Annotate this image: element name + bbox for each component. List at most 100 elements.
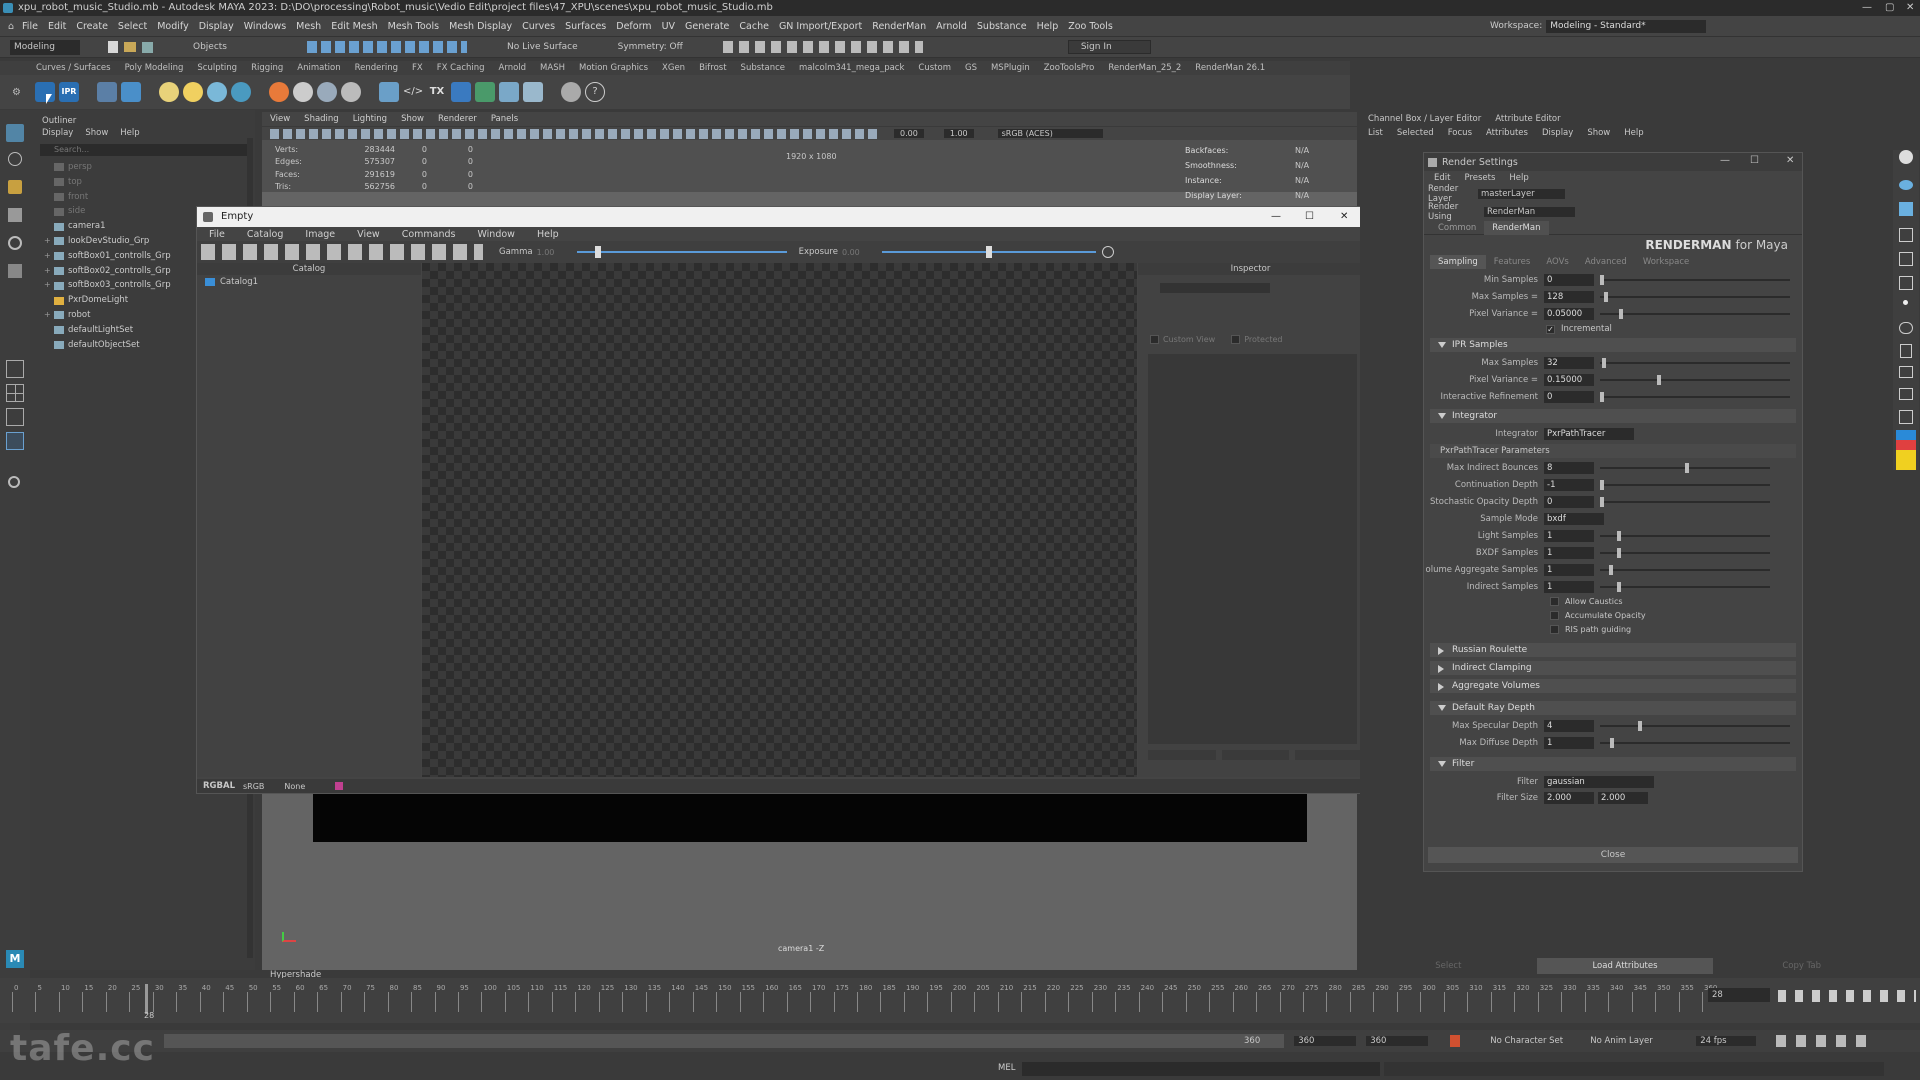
camera-icon[interactable]: [1899, 366, 1913, 378]
menu-mesh-tools[interactable]: Mesh Tools: [388, 21, 439, 32]
rs-menu-presets[interactable]: Presets: [1464, 173, 1495, 183]
rs-param-slider-thumb[interactable]: [1685, 463, 1689, 473]
rs-param-slider[interactable]: [1600, 582, 1770, 592]
rs-param-slider-thumb[interactable]: [1657, 375, 1661, 385]
rs-param-slider[interactable]: [1600, 738, 1790, 748]
no-live-surface[interactable]: No Live Surface: [507, 42, 578, 52]
channel-label[interactable]: RGBAL: [203, 781, 235, 791]
rs-section-default-ray-depth[interactable]: Default Ray Depth: [1430, 701, 1796, 715]
rs-tab-renderman[interactable]: RenderMan: [1484, 220, 1549, 235]
exposure-field[interactable]: 0.00: [894, 129, 924, 138]
load-attributes-button[interactable]: Load Attributes: [1536, 958, 1714, 974]
gamma-slider-thumb[interactable]: [594, 246, 601, 258]
exposure-slider[interactable]: [881, 246, 1096, 258]
lut-select[interactable]: None: [284, 782, 305, 791]
protected-checkbox[interactable]: [1231, 335, 1241, 344]
trash-icon[interactable]: [1900, 344, 1912, 358]
rs-param-slider-thumb[interactable]: [1638, 721, 1642, 731]
rs-param-slider[interactable]: [1600, 721, 1790, 731]
symmetry-select[interactable]: Symmetry: Off: [618, 42, 683, 52]
range-slider[interactable]: [164, 1034, 1284, 1048]
current-time-marker[interactable]: [145, 984, 148, 1014]
new-scene-icon[interactable]: [108, 41, 118, 53]
viewport-menu-panels[interactable]: Panels: [491, 114, 518, 124]
shelf-tab-custom[interactable]: Custom: [918, 63, 951, 73]
help-icon[interactable]: ?: [584, 82, 605, 102]
shelf-tab-motion-graphics[interactable]: Motion Graphics: [579, 63, 648, 73]
render-using-select[interactable]: RenderMan: [1484, 207, 1576, 217]
shelf-tab-renderman-26-1[interactable]: RenderMan 26.1: [1195, 63, 1265, 73]
settings-icon[interactable]: [560, 82, 581, 102]
shelf-tab-msplugin[interactable]: MSPlugin: [991, 63, 1030, 73]
outliner-menu-show[interactable]: Show: [85, 128, 108, 138]
range-end-field[interactable]: 360: [1294, 1036, 1357, 1046]
pointer-icon[interactable]: [1899, 202, 1913, 216]
minimize-icon[interactable]: —: [1862, 0, 1872, 16]
menu-cache[interactable]: Cache: [739, 21, 769, 32]
home-icon[interactable]: ⌂: [8, 21, 14, 32]
shelf-tab-mash[interactable]: MASH: [540, 63, 565, 73]
it-menu-commands[interactable]: Commands: [402, 229, 456, 240]
menu-deform[interactable]: Deform: [616, 21, 651, 32]
rs-param-select[interactable]: PxrPathTracer: [1544, 428, 1634, 440]
rs-param-field[interactable]: 0: [1544, 391, 1594, 403]
rs-param-slider[interactable]: [1600, 480, 1770, 490]
tab-channel-box-layer-editor[interactable]: Channel Box / Layer Editor: [1368, 114, 1481, 124]
rs-param-slider-thumb[interactable]: [1604, 292, 1608, 302]
rs-tab-common[interactable]: Common: [1430, 221, 1484, 235]
it-menu-image[interactable]: Image: [305, 229, 335, 240]
it-menu-file[interactable]: File: [209, 229, 225, 240]
it-menu-help[interactable]: Help: [537, 229, 559, 240]
expand-icon[interactable]: [1438, 665, 1444, 673]
cb-menu-focus[interactable]: Focus: [1448, 128, 1472, 138]
rs-subtab-sampling[interactable]: Sampling: [1430, 255, 1486, 269]
it-menu-window[interactable]: Window: [477, 229, 514, 240]
cb-menu-selected[interactable]: Selected: [1397, 128, 1434, 138]
rs-param-field[interactable]: 0: [1544, 274, 1594, 286]
it-maximize-icon[interactable]: ☐: [1305, 207, 1314, 227]
rs-param-slider[interactable]: [1600, 497, 1770, 507]
rs-menu-edit[interactable]: Edit: [1434, 173, 1450, 183]
incremental-checkbox[interactable]: ✓: [1546, 324, 1555, 334]
move-tool-icon[interactable]: [8, 208, 22, 222]
viewport-menu-view[interactable]: View: [270, 114, 290, 124]
rs-param-slider-thumb[interactable]: [1600, 392, 1604, 402]
rs-minimize-icon[interactable]: —: [1720, 155, 1730, 166]
expand-icon[interactable]: +: [44, 308, 54, 323]
menu-renderman[interactable]: RenderMan: [872, 21, 926, 32]
graph-icon[interactable]: [498, 82, 519, 102]
it-close-icon[interactable]: ✕: [1340, 207, 1348, 227]
rs-param-select[interactable]: gaussian: [1544, 776, 1654, 788]
rs-param-slider-thumb[interactable]: [1617, 548, 1621, 558]
clipboard-icon[interactable]: [1899, 410, 1913, 424]
filter-size-y[interactable]: 2.000: [1598, 792, 1648, 804]
shelf-tab-fx[interactable]: FX: [412, 63, 423, 73]
texture-icon[interactable]: TX: [427, 82, 447, 102]
rs-param-slider-thumb[interactable]: [1602, 358, 1606, 368]
rs-param-field[interactable]: 128: [1544, 291, 1594, 303]
collapse-icon[interactable]: [1438, 342, 1446, 348]
rs-param-field[interactable]: -1: [1544, 479, 1594, 491]
it-tool-icons[interactable]: [201, 244, 483, 260]
cb-menu-help[interactable]: Help: [1624, 128, 1643, 138]
workspace-select[interactable]: Modeling - Standard*: [1546, 19, 1706, 33]
fps-select[interactable]: 24 fps: [1696, 1036, 1757, 1046]
tab-attribute-editor[interactable]: Attribute Editor: [1495, 114, 1560, 124]
menu-gn-import-export[interactable]: GN Import/Export: [779, 21, 862, 32]
menu-mesh[interactable]: Mesh: [296, 21, 321, 32]
pen-icon[interactable]: [1899, 228, 1913, 242]
cb-menu-display[interactable]: Display: [1542, 128, 1573, 138]
outliner-item[interactable]: front: [44, 190, 255, 205]
rs-subtab-features[interactable]: Features: [1486, 255, 1539, 269]
rs-param-slider-thumb[interactable]: [1617, 582, 1621, 592]
exposure-slider-thumb[interactable]: [985, 246, 992, 258]
expand-icon[interactable]: [1438, 647, 1444, 655]
rs-param-field[interactable]: 1: [1544, 737, 1594, 749]
rs-menu-help[interactable]: Help: [1509, 173, 1528, 183]
viewport-menu-shading[interactable]: Shading: [304, 114, 339, 124]
rs-section-aggregate-volumes[interactable]: Aggregate Volumes: [1430, 679, 1796, 693]
volume-icon[interactable]: [450, 82, 471, 102]
it-minimize-icon[interactable]: —: [1271, 207, 1281, 227]
mode-select[interactable]: Modeling: [10, 39, 80, 55]
current-frame-field[interactable]: 28: [1708, 988, 1770, 1002]
